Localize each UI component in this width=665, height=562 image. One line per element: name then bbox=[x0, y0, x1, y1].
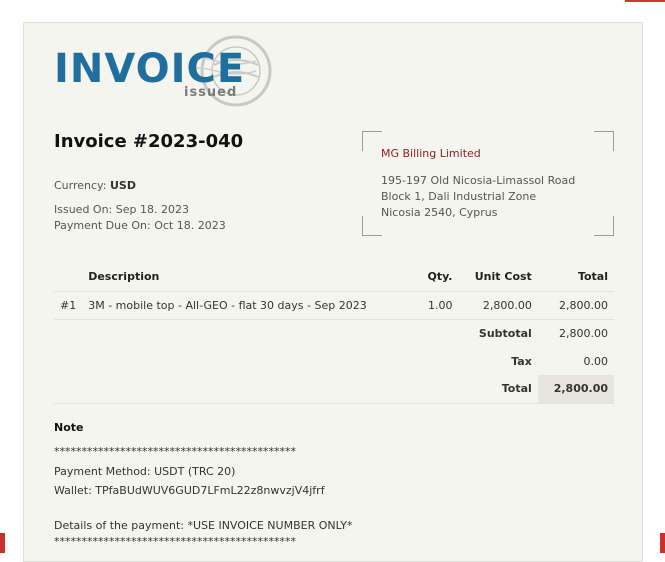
invoice-title: Invoice #2023-040 bbox=[54, 131, 244, 152]
table-header-row: Description Qty. Unit Cost Total bbox=[54, 263, 614, 292]
table-row: #1 3M - mobile top - All-GEO - flat 30 d… bbox=[54, 291, 614, 320]
left-accent-bar bbox=[0, 533, 5, 553]
invoice-paper: INVOICE issued Invoice #2023-040 Currenc… bbox=[23, 22, 643, 562]
right-accent-bar bbox=[660, 533, 665, 553]
subtotal-row: Subtotal 2,800.00 bbox=[54, 319, 614, 347]
tax-row: Tax 0.00 bbox=[54, 347, 614, 375]
currency-value: USD bbox=[109, 179, 136, 192]
item-description: 3M - mobile top - All-GEO - flat 30 days… bbox=[82, 291, 416, 320]
item-qty: 1.00 bbox=[416, 291, 459, 320]
company-name: MG Billing Limited bbox=[381, 147, 481, 160]
header-unit-cost: Unit Cost bbox=[458, 263, 538, 292]
item-number: #1 bbox=[54, 291, 83, 320]
payment-method: Payment Method: USDT (TRC 20) bbox=[54, 465, 236, 478]
header-num bbox=[54, 263, 83, 292]
address-line: Block 1, Dali Industrial Zone bbox=[381, 190, 537, 203]
address-line: 195-197 Old Nicosia-Limassol Road bbox=[381, 174, 576, 187]
payment-details: Details of the payment: *USE INVOICE NUM… bbox=[54, 519, 353, 532]
payment-due: Payment Due On: Oct 18. 2023 bbox=[54, 219, 226, 232]
note-separator: ****************************************… bbox=[54, 445, 296, 458]
item-unit-cost: 2,800.00 bbox=[458, 291, 538, 320]
item-total: 2,800.00 bbox=[537, 291, 614, 320]
invoice-logo: INVOICE issued bbox=[54, 35, 274, 107]
issued-on: Issued On: Sep 18. 2023 bbox=[54, 203, 189, 216]
total-row: Total 2,800.00 bbox=[54, 375, 614, 404]
line-items-table: Description Qty. Unit Cost Total #1 3M -… bbox=[54, 263, 614, 404]
total-value: 2,800.00 bbox=[537, 375, 614, 404]
note-title: Note bbox=[54, 421, 84, 434]
total-label: Total bbox=[416, 375, 538, 404]
header-total: Total bbox=[537, 263, 614, 292]
note-separator-2: ****************************************… bbox=[54, 535, 296, 548]
header-description: Description bbox=[82, 263, 416, 292]
header-qty: Qty. bbox=[416, 263, 459, 292]
currency-line: Currency: USD bbox=[54, 179, 136, 192]
subtotal-label: Subtotal bbox=[478, 326, 532, 340]
tax-value: 0.00 bbox=[583, 354, 609, 368]
address-line: Nicosia 2540, Cyprus bbox=[381, 206, 498, 219]
top-accent-bar bbox=[0, 0, 665, 3]
tax-label: Tax bbox=[511, 354, 532, 368]
subtotal-value: 2,800.00 bbox=[559, 326, 608, 340]
billing-address-box: MG Billing Limited 195-197 Old Nicosia-L… bbox=[362, 131, 614, 236]
currency-label: Currency: bbox=[54, 179, 107, 192]
status-label: issued bbox=[184, 85, 238, 100]
wallet-address: Wallet: TPfaBUdWUV6GUD7LFmL22z8nwvzjV4jf… bbox=[54, 484, 325, 497]
